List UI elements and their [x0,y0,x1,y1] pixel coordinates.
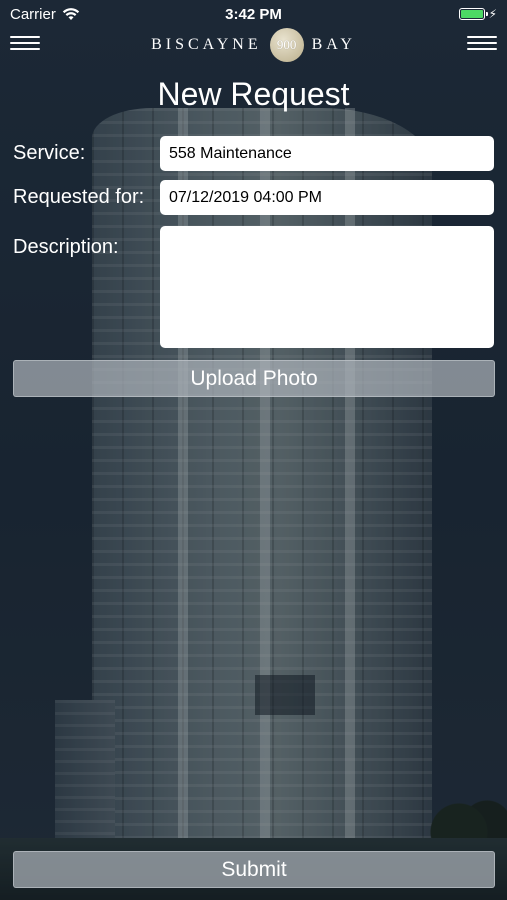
logo-badge: 900 [269,28,304,62]
background-photo [0,0,507,900]
description-label: Description: [13,236,119,258]
left-menu-button[interactable] [10,33,40,57]
service-field[interactable]: 558 Maintenance [160,136,494,171]
nav-bar: BISCAYNE 900 BAY [0,28,507,62]
service-label: Service: [13,142,86,164]
description-field[interactable] [160,226,494,348]
right-menu-button[interactable] [467,33,497,57]
app-logo: BISCAYNE 900 BAY [151,28,356,62]
upload-photo-button[interactable]: Upload Photo [13,360,495,397]
page-title: New Request [157,76,350,112]
status-bar: Carrier 3:42 PM ⚡ [0,0,507,28]
requested-for-label: Requested for: [13,186,145,208]
requested-for-field[interactable]: 07/12/2019 04:00 PM [160,180,494,215]
battery-icon [458,8,488,20]
carrier-label: Carrier [10,5,56,23]
charging-icon: ⚡ [488,7,497,21]
wifi-icon [62,8,80,20]
submit-button[interactable]: Submit [13,851,495,888]
